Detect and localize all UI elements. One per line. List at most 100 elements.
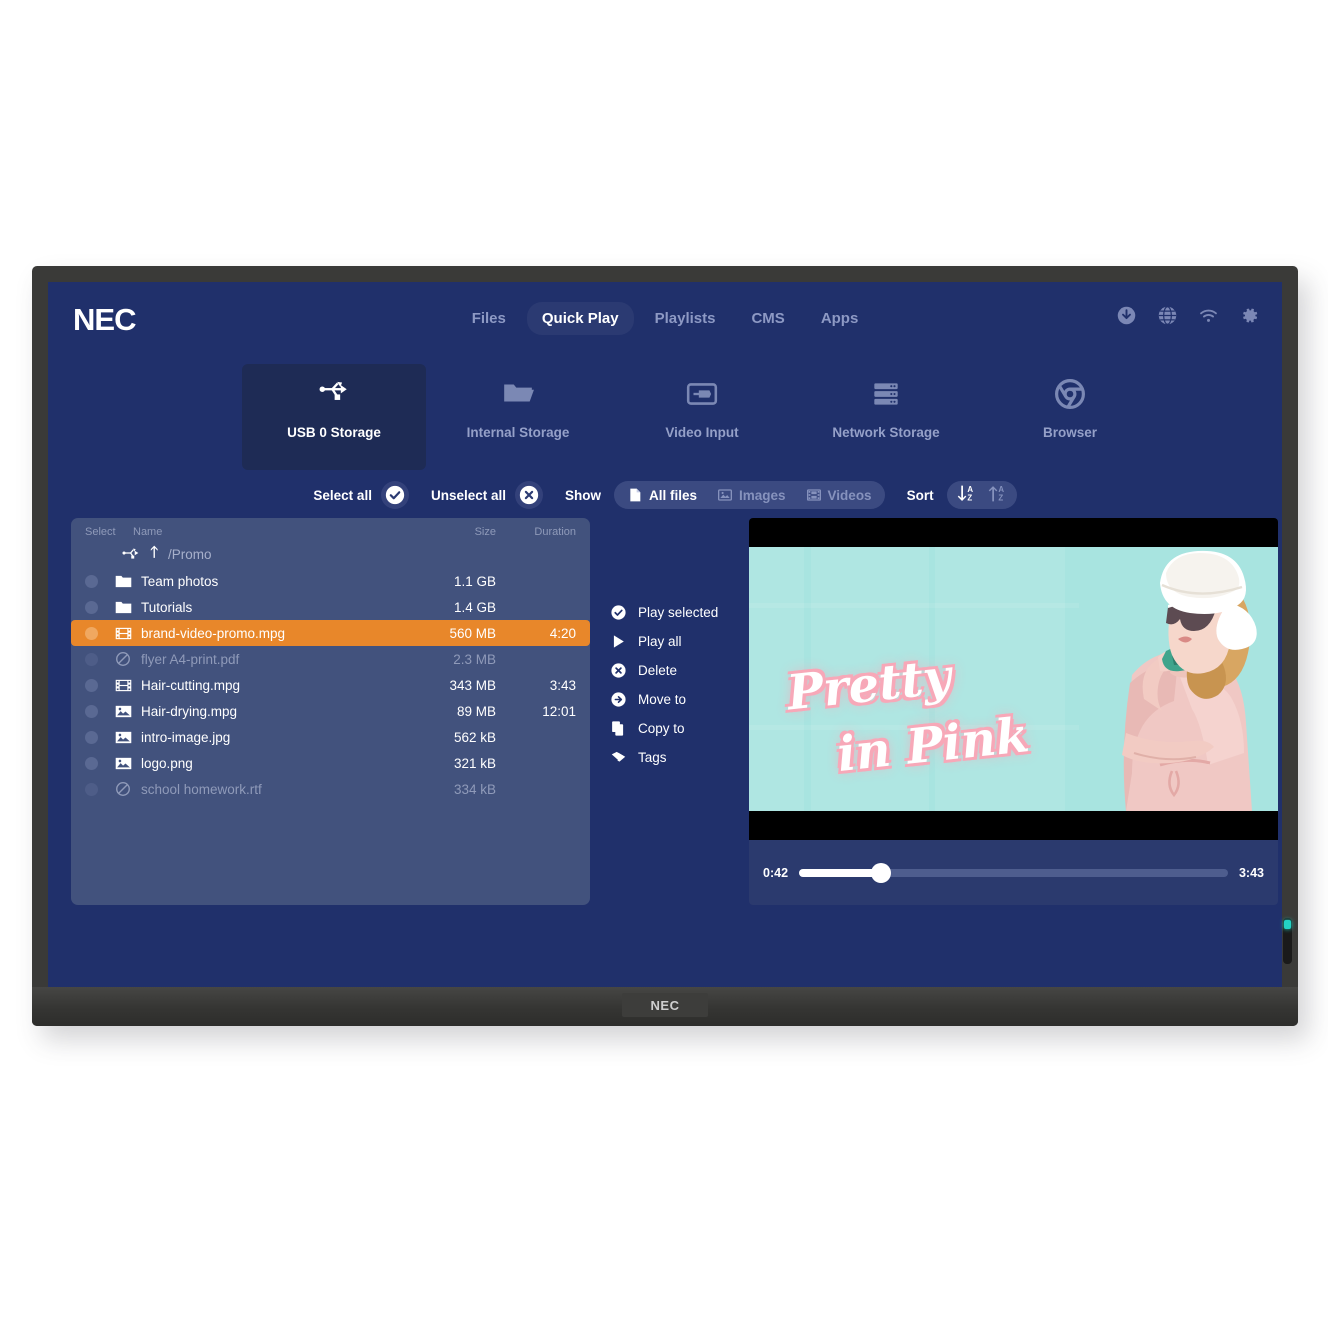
up-directory-icon[interactable] xyxy=(148,545,161,564)
file-name: Hair-cutting.mpg xyxy=(141,677,241,693)
globe-icon[interactable] xyxy=(1157,305,1178,326)
column-header-duration: Duration xyxy=(534,526,576,538)
breadcrumb-path-row[interactable]: /Promo xyxy=(71,540,590,568)
file-size: 2.3 MB xyxy=(453,651,496,667)
unselect-all-button[interactable] xyxy=(515,481,543,509)
image-icon xyxy=(115,756,141,771)
tab-apps[interactable]: Apps xyxy=(806,302,874,335)
source-tile-label: Internal Storage xyxy=(466,425,570,440)
filter-videos[interactable]: Videos xyxy=(796,484,882,506)
video-frame: Pretty in Pink xyxy=(749,518,1278,840)
file-size: 1.1 GB xyxy=(453,573,496,589)
file-toolbar: Select all Unselect all Show All files I… xyxy=(48,478,1282,512)
action-play-all[interactable]: Play all xyxy=(610,633,718,650)
nec-display-monitor: NEC Files Quick Play Playlists CMS Apps xyxy=(32,266,1298,1026)
row-select-toggle[interactable] xyxy=(85,626,115,640)
file-name: school homework.rtf xyxy=(141,781,262,797)
file-type-filter-group: All files Images Videos xyxy=(614,481,885,509)
source-tile-network-storage[interactable]: Network Storage xyxy=(794,364,978,440)
current-path: /Promo xyxy=(168,546,212,562)
sort-label: Sort xyxy=(906,487,934,503)
x-circle-icon xyxy=(610,662,627,679)
current-time: 0:42 xyxy=(763,865,789,880)
app-header: NEC Files Quick Play Playlists CMS Apps xyxy=(48,282,1282,356)
file-browser-list[interactable]: Select Name Size Duration /Promo Team ph… xyxy=(71,518,590,905)
row-select-toggle[interactable] xyxy=(85,756,115,770)
image-icon xyxy=(115,730,141,745)
source-tile-usb-0-storage[interactable]: USB 0 Storage xyxy=(242,364,426,470)
row-select-toggle[interactable] xyxy=(85,730,115,744)
film-icon xyxy=(115,678,141,693)
play-icon xyxy=(610,633,627,650)
quick-play-screen: NEC Files Quick Play Playlists CMS Apps xyxy=(48,282,1282,987)
gear-icon[interactable] xyxy=(1239,305,1260,326)
file-size: 321 kB xyxy=(453,755,496,771)
action-label: Copy to xyxy=(638,721,685,736)
action-move-to[interactable]: Move to xyxy=(610,691,718,708)
download-icon[interactable] xyxy=(1116,305,1137,326)
file-duration: 12:01 xyxy=(542,703,576,719)
tab-playlists[interactable]: Playlists xyxy=(640,302,731,335)
usb-icon xyxy=(122,546,141,563)
row-select-toggle[interactable] xyxy=(85,678,115,692)
sort-ascending-icon[interactable]: AZ xyxy=(987,483,1008,507)
source-tile-video-input[interactable]: Video Input xyxy=(610,364,794,440)
select-all-button[interactable] xyxy=(380,481,409,509)
server-icon xyxy=(869,376,903,412)
row-select-toggle[interactable] xyxy=(85,574,115,588)
wifi-icon[interactable] xyxy=(1198,305,1219,326)
seek-handle[interactable] xyxy=(870,862,891,883)
action-tags[interactable]: Tags xyxy=(610,749,718,766)
filter-all-files[interactable]: All files xyxy=(617,484,707,506)
sort-buttons: AZ AZ xyxy=(946,481,1017,509)
video-poster: Pretty in Pink xyxy=(749,547,1278,811)
select-all-label: Select all xyxy=(313,487,372,503)
row-select-toggle[interactable] xyxy=(85,600,115,614)
folder-icon xyxy=(115,574,141,589)
source-tile-browser[interactable]: Browser xyxy=(978,364,1162,440)
arrow-right-circle-icon xyxy=(610,691,627,708)
action-play-selected[interactable]: Play selected xyxy=(610,604,718,621)
table-row[interactable]: Tutorials 1.4 GB xyxy=(71,594,590,620)
action-copy-to[interactable]: Copy to xyxy=(610,720,718,737)
table-row[interactable]: logo.png 321 kB xyxy=(71,750,590,776)
table-row-selected[interactable]: brand-video-promo.mpg 560 MB 4:20 xyxy=(71,620,590,646)
table-row[interactable]: Hair-drying.mpg 89 MB 12:01 xyxy=(71,698,590,724)
image-icon xyxy=(115,704,141,719)
sort-descending-icon[interactable]: AZ xyxy=(956,483,977,507)
table-row[interactable]: Hair-cutting.mpg 343 MB 3:43 xyxy=(71,672,590,698)
usb-icon xyxy=(317,376,351,412)
browser-icon xyxy=(1053,376,1087,412)
svg-text:Z: Z xyxy=(998,494,1003,503)
file-size: 343 MB xyxy=(449,677,496,693)
file-size: 89 MB xyxy=(456,703,496,719)
filter-label: All files xyxy=(649,487,698,503)
table-row[interactable]: intro-image.jpg 562 kB xyxy=(71,724,590,750)
source-tile-label: Video Input xyxy=(665,425,739,440)
table-row[interactable]: Team photos 1.1 GB xyxy=(71,568,590,594)
tab-cms[interactable]: CMS xyxy=(736,302,799,335)
file-name: Hair-drying.mpg xyxy=(141,703,238,719)
action-delete[interactable]: Delete xyxy=(610,662,718,679)
column-header-size: Size xyxy=(474,526,496,538)
filter-images[interactable]: Images xyxy=(707,484,796,506)
video-preview-player[interactable]: Pretty in Pink 0:42 3:43 xyxy=(749,518,1278,905)
svg-text:A: A xyxy=(967,485,973,494)
source-tile-internal-storage[interactable]: Internal Storage xyxy=(426,364,610,440)
screen-bezel-inner: NEC Files Quick Play Playlists CMS Apps xyxy=(48,282,1282,987)
blocked-icon xyxy=(115,781,141,797)
file-duration: 3:43 xyxy=(549,677,576,693)
tab-files[interactable]: Files xyxy=(457,302,521,335)
file-name: logo.png xyxy=(141,755,193,771)
action-label: Delete xyxy=(638,663,678,678)
folder-icon xyxy=(501,376,535,412)
blocked-icon xyxy=(115,651,141,667)
monitor-bottom-bezel: NEC xyxy=(32,987,1298,1026)
film-icon xyxy=(115,626,141,641)
seek-slider[interactable] xyxy=(799,862,1228,883)
tab-quick-play[interactable]: Quick Play xyxy=(526,302,634,335)
tag-icon xyxy=(610,749,627,766)
row-select-toggle[interactable] xyxy=(85,704,115,718)
table-row: flyer A4-print.pdf 2.3 MB xyxy=(71,646,590,672)
row-select-toggle xyxy=(85,782,115,796)
